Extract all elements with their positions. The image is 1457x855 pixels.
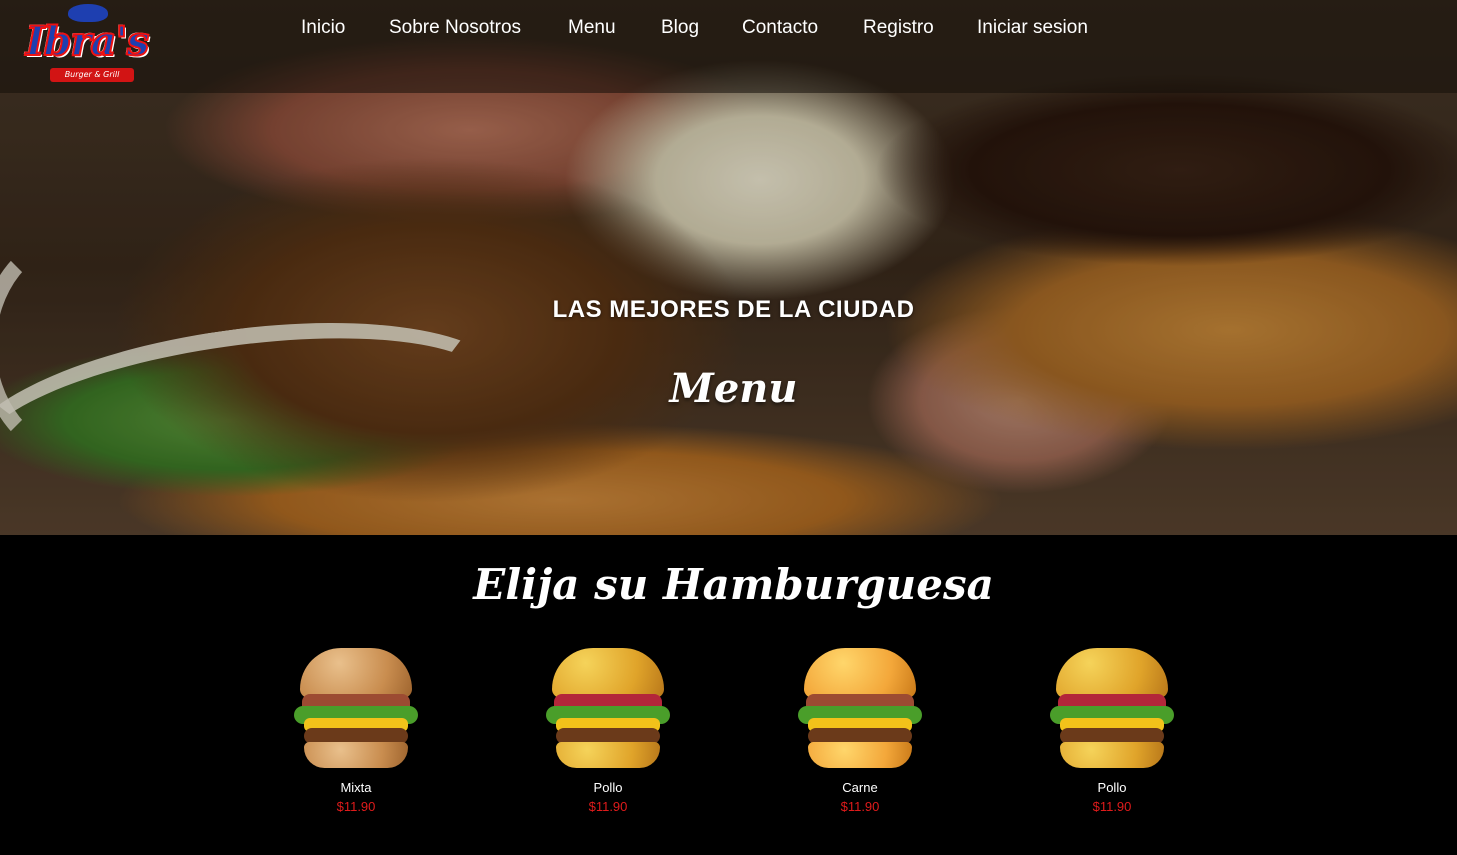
nav-link-iniciar-sesion[interactable]: Iniciar sesion [977, 15, 1088, 41]
hero-banner: Ibra's Burger & Grill Inicio Sobre Nosot… [0, 0, 1457, 535]
nav-link-contacto[interactable]: Contacto [742, 15, 818, 41]
burger-bun-bottom [304, 742, 408, 768]
product-name: Pollo [1097, 780, 1127, 795]
product-card[interactable]: Pollo $11.90 [1042, 648, 1182, 814]
section-title: Elija su Hamburguesa [473, 560, 994, 609]
burger-bun-bottom [1060, 742, 1164, 768]
burger-bun-bottom [556, 742, 660, 768]
hero-subtitle: LAS MEJORES DE LA CIUDAD [552, 296, 915, 323]
nav-link-registro[interactable]: Registro [863, 15, 934, 41]
logo-ribbon: Burger & Grill [50, 68, 134, 82]
navbar: Ibra's Burger & Grill Inicio Sobre Nosot… [0, 0, 1457, 93]
product-price: $11.90 [588, 799, 628, 814]
product-name: Carne [842, 780, 878, 795]
product-card[interactable]: Carne $11.90 [790, 648, 930, 814]
nav-link-sobre-nosotros[interactable]: Sobre Nosotros [389, 15, 521, 41]
product-card[interactable]: Pollo $11.90 [538, 648, 678, 814]
burger-bun-top [804, 648, 916, 698]
burger-bun-top [300, 648, 412, 698]
burger-image [798, 648, 922, 770]
nav-link-menu[interactable]: Menu [568, 15, 616, 41]
burger-image [294, 648, 418, 770]
product-price: $11.90 [1092, 799, 1132, 814]
burger-image [546, 648, 670, 770]
nav-link-blog[interactable]: Blog [661, 15, 699, 41]
product-price: $11.90 [840, 799, 880, 814]
burger-bun-top [1056, 648, 1168, 698]
brand-logo[interactable]: Ibra's Burger & Grill [14, 4, 160, 84]
product-card[interactable]: Mixta $11.90 [286, 648, 426, 814]
hero-title: Menu [669, 365, 798, 412]
product-price: $11.90 [336, 799, 376, 814]
burger-bun-top [552, 648, 664, 698]
logo-text: Ibra's [25, 17, 150, 66]
nav-link-inicio[interactable]: Inicio [301, 15, 345, 41]
product-name: Pollo [593, 780, 623, 795]
burger-bun-bottom [808, 742, 912, 768]
product-name: Mixta [340, 780, 372, 795]
burger-image [1050, 648, 1174, 770]
